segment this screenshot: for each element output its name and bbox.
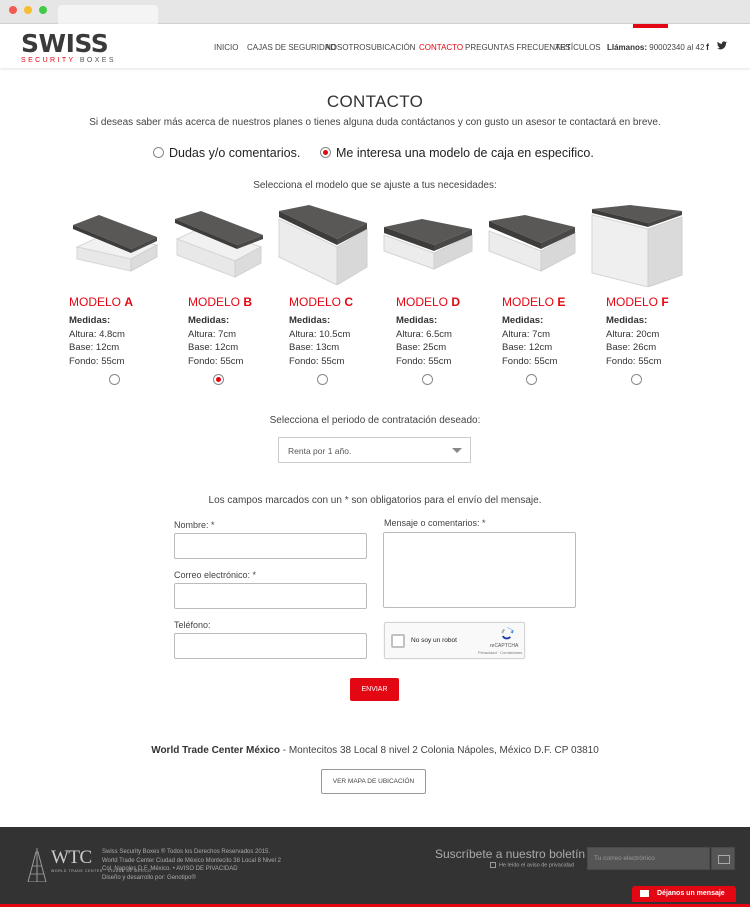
footer-legal: Swiss Security Boxes ® Todos los Derecho… bbox=[102, 848, 281, 882]
chevron-down-icon bbox=[452, 448, 462, 453]
model-d-specs: Medidas: Altura: 6.5cm Base: 25cm Fondo: 55… bbox=[396, 315, 452, 367]
name-field[interactable] bbox=[174, 533, 367, 559]
box-image-c bbox=[278, 205, 368, 285]
box-image-b bbox=[175, 211, 263, 278]
model-e-name: MODELO E bbox=[502, 295, 566, 309]
period-prompt: Selecciona el periodo de contratación de… bbox=[269, 415, 481, 426]
intro-text: Si deseas saber más acerca de nuestros p… bbox=[89, 117, 661, 128]
option-dudas[interactable]: Dudas y/o comentarios. bbox=[153, 146, 300, 160]
legal-address: World Trade Center Ciudad de México Mont… bbox=[102, 857, 281, 864]
phone-field[interactable] bbox=[174, 633, 367, 659]
nav-inicio[interactable]: INICIO bbox=[214, 43, 238, 52]
nav-nosotros[interactable]: NOSOTROS bbox=[325, 43, 371, 52]
phone-info: Llámanos: 90002340 al 42 bbox=[607, 43, 705, 52]
model-e-specs: Medidas: Altura: 7cm Base: 12cm Fondo: 55cm bbox=[502, 315, 558, 367]
model-a-specs: Medidas: Altura: 4.8cm Base: 12cm Fondo: 55… bbox=[69, 315, 125, 367]
model-f-specs: Medidas: Altura: 20cm Base: 26cm Fondo: 55c… bbox=[606, 315, 662, 367]
wtc-building-icon bbox=[27, 848, 47, 883]
model-prompt: Selecciona el modelo que se ajuste a tus… bbox=[253, 180, 497, 191]
nav-articulos[interactable]: ARTÍCULOS bbox=[555, 43, 601, 52]
phone-label: Teléfono: bbox=[174, 620, 211, 630]
brand-name: SWISS bbox=[21, 29, 109, 58]
facebook-icon[interactable]: f bbox=[706, 42, 709, 52]
recaptcha-checkbox[interactable] bbox=[391, 634, 405, 648]
model-f-name: MODELO F bbox=[606, 295, 669, 309]
model-b-name: MODELO B bbox=[188, 295, 253, 309]
location-address: World Trade Center México - Montecitos 3… bbox=[151, 745, 599, 756]
period-select-value: Renta por 1 año. bbox=[288, 446, 352, 456]
model-a-name: MODELO A bbox=[69, 295, 134, 309]
email-label: Correo electrónico: * bbox=[174, 570, 257, 580]
brand-logo[interactable]: SWISS SECURITY BOXES bbox=[21, 31, 116, 64]
browser-tab[interactable] bbox=[58, 5, 158, 24]
option-modelo-label: Me interesa una modelo de caja en especi… bbox=[336, 146, 594, 160]
model-d-name: MODELO D bbox=[396, 295, 461, 309]
model-b-radio[interactable] bbox=[213, 374, 224, 385]
model-card-a[interactable]: MODELO A Medidas: Altura: 4.8cm Base: 12cm… bbox=[69, 205, 175, 385]
brand-tagline: SECURITY BOXES bbox=[21, 57, 116, 64]
box-image-f bbox=[591, 205, 683, 287]
model-c-name: MODELO C bbox=[289, 295, 354, 309]
model-a-radio[interactable] bbox=[109, 374, 120, 385]
required-note: Los campos marcados con un * son obligat… bbox=[208, 495, 542, 506]
radio-dudas[interactable] bbox=[153, 147, 164, 159]
active-nav-indicator bbox=[633, 24, 668, 28]
page-title: CONTACTO bbox=[326, 92, 424, 111]
nav-cajas-de-seguridad[interactable]: CAJAS DE SEGURIDAD bbox=[247, 43, 336, 52]
nav-contacto[interactable]: CONTACTO bbox=[419, 43, 463, 52]
email-field[interactable] bbox=[174, 583, 367, 609]
box-image-a bbox=[73, 215, 159, 272]
box-image-e bbox=[488, 215, 576, 272]
recaptcha-label: No soy un robot bbox=[411, 637, 457, 644]
model-b-specs: Medidas: Altura: 7cm Base: 12cm Fondo: 55cm bbox=[188, 315, 244, 367]
recaptcha-widget: No soy un robot reCAPTCHA Privacidad · C… bbox=[384, 622, 525, 659]
browser-chrome bbox=[0, 0, 750, 24]
model-c-specs: Medidas: Altura: 10.5cm Base: 13cm Fondo: 5… bbox=[289, 315, 351, 367]
option-modelo[interactable]: Me interesa una modelo de caja en especi… bbox=[320, 146, 594, 160]
legal-privacy[interactable]: Col. Napoles D.F. México. • AVISO DE PIV… bbox=[102, 865, 281, 874]
newsletter-email-input[interactable]: Tu correo electrónico bbox=[587, 847, 710, 870]
model-f-radio[interactable] bbox=[631, 374, 642, 385]
minimize-window-icon[interactable] bbox=[24, 6, 32, 14]
close-window-icon[interactable] bbox=[9, 6, 17, 14]
recaptcha-brand: reCAPTCHA bbox=[490, 643, 519, 649]
site-header: SWISS SECURITY BOXES INICIO CAJAS DE SEG… bbox=[0, 24, 750, 68]
message-textarea[interactable] bbox=[383, 532, 576, 608]
privacy-checkbox[interactable] bbox=[490, 862, 496, 868]
model-e-radio[interactable] bbox=[526, 374, 537, 385]
model-card-e[interactable]: MODELO E Medidas: Altura: 7cm Base: 12cm Fo… bbox=[487, 205, 593, 385]
legal-copyright: Swiss Security Boxes ® Todos los Derecho… bbox=[102, 849, 271, 855]
newsletter-privacy-check[interactable]: He leído el aviso de privacidad bbox=[490, 862, 574, 868]
model-card-d[interactable]: MODELO D Medidas: Altura: 6.5cm Base: 25cm… bbox=[382, 205, 488, 385]
option-dudas-label: Dudas y/o comentarios. bbox=[169, 146, 301, 160]
submit-button[interactable]: ENVIAR bbox=[350, 678, 399, 701]
name-label: Nombre: * bbox=[174, 520, 215, 530]
nav-ubicacion[interactable]: UBICACIÓN bbox=[371, 43, 415, 52]
newsletter-title: Suscríbete a nuestro boletín bbox=[435, 847, 586, 861]
period-select[interactable]: Renta por 1 año. bbox=[278, 437, 471, 463]
view-map-button[interactable]: VER MAPA DE UBICACIÓN bbox=[321, 769, 426, 794]
recaptcha-links[interactable]: Privacidad · Condiciones bbox=[478, 650, 522, 655]
recaptcha-icon bbox=[501, 627, 514, 640]
maximize-window-icon[interactable] bbox=[39, 6, 47, 14]
model-c-radio[interactable] bbox=[317, 374, 328, 385]
radio-modelo[interactable] bbox=[320, 147, 331, 159]
twitter-icon[interactable] bbox=[717, 41, 727, 52]
leave-message-tab[interactable]: Déjanos un mensaje bbox=[632, 886, 736, 902]
box-image-d bbox=[383, 219, 473, 270]
newsletter-submit-envelope-icon[interactable] bbox=[711, 847, 735, 870]
legal-credits: Diseño y desarrollo por: Genotipo® bbox=[102, 874, 196, 881]
model-card-c[interactable]: MODELO C Medidas: Altura: 10.5cm Base: 13c… bbox=[277, 205, 383, 385]
model-card-f[interactable]: MODELO F Medidas: Altura: 20cm Base: 26cm F… bbox=[590, 205, 696, 385]
wtc-logo-text: WTC bbox=[51, 847, 92, 868]
message-label: Mensaje o comentarios: * bbox=[384, 518, 486, 528]
site-footer: WTC WORLD TRADE CENTER · CIUDAD DE MÉXIC… bbox=[0, 827, 750, 907]
model-d-radio[interactable] bbox=[422, 374, 433, 385]
model-card-b[interactable]: MODELO B Medidas: Altura: 7cm Base: 12cm Fo… bbox=[173, 205, 279, 385]
